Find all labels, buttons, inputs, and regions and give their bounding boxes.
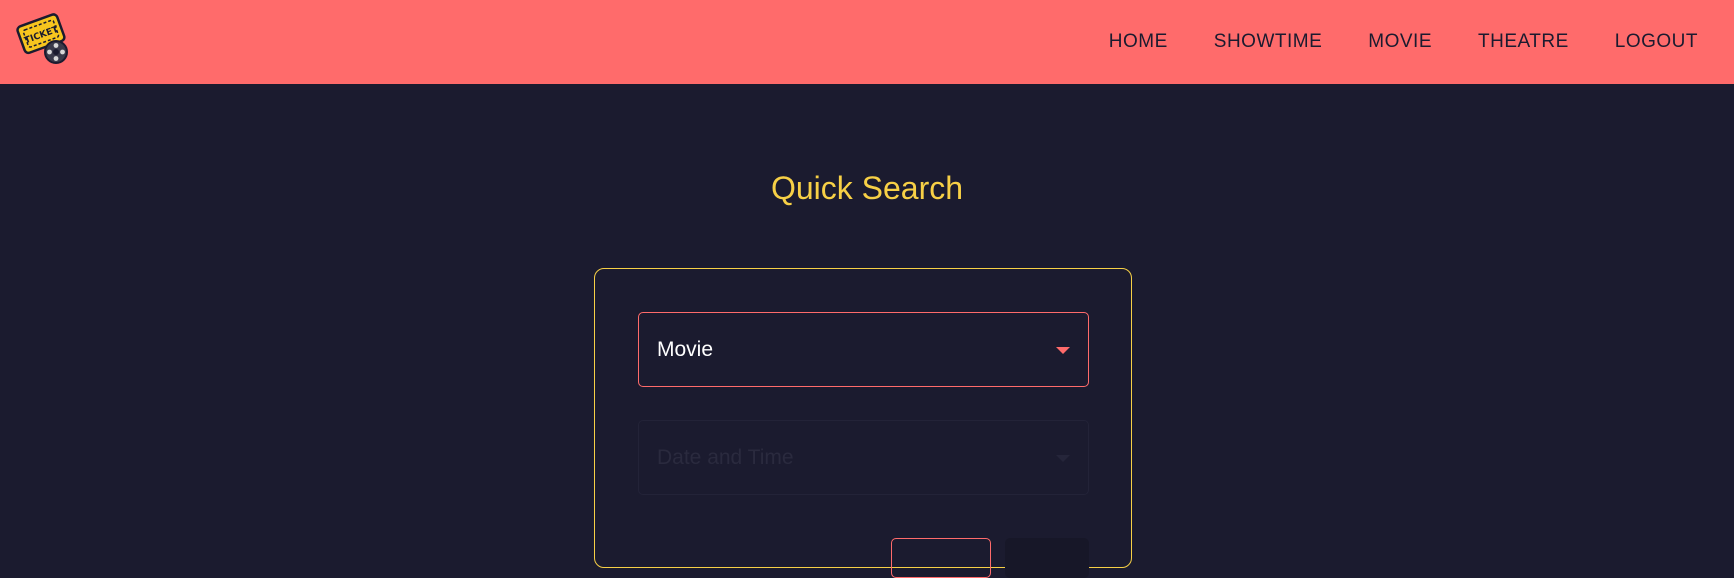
chevron-down-icon [1056,455,1070,462]
nav-home-link[interactable]: HOME [1109,31,1168,53]
ticket-logo-icon[interactable]: TICKET [16,12,72,66]
navbar: TICKET HOME SHOWTIME MOVIE THEATRE LOGOU… [0,0,1734,84]
nav-theatre-link[interactable]: THEATRE [1478,31,1569,53]
search-button[interactable] [1005,538,1089,578]
datetime-select[interactable]: Date and Time [638,420,1089,495]
movie-select-value: Movie [657,337,714,361]
nav-logout-link[interactable]: LOGOUT [1615,31,1698,53]
reset-button[interactable] [891,538,991,578]
nav-showtime-link[interactable]: SHOWTIME [1214,31,1323,53]
datetime-select-placeholder: Date and Time [657,445,794,469]
movie-select[interactable]: Movie [638,312,1089,387]
page-title: Quick Search [770,170,964,206]
nav-movie-link[interactable]: MOVIE [1368,31,1432,53]
chevron-down-icon [1056,347,1070,354]
quick-search-card: Movie Date and Time [594,268,1132,578]
nav-links: HOME SHOWTIME MOVIE THEATRE LOGOUT [1109,0,1698,84]
